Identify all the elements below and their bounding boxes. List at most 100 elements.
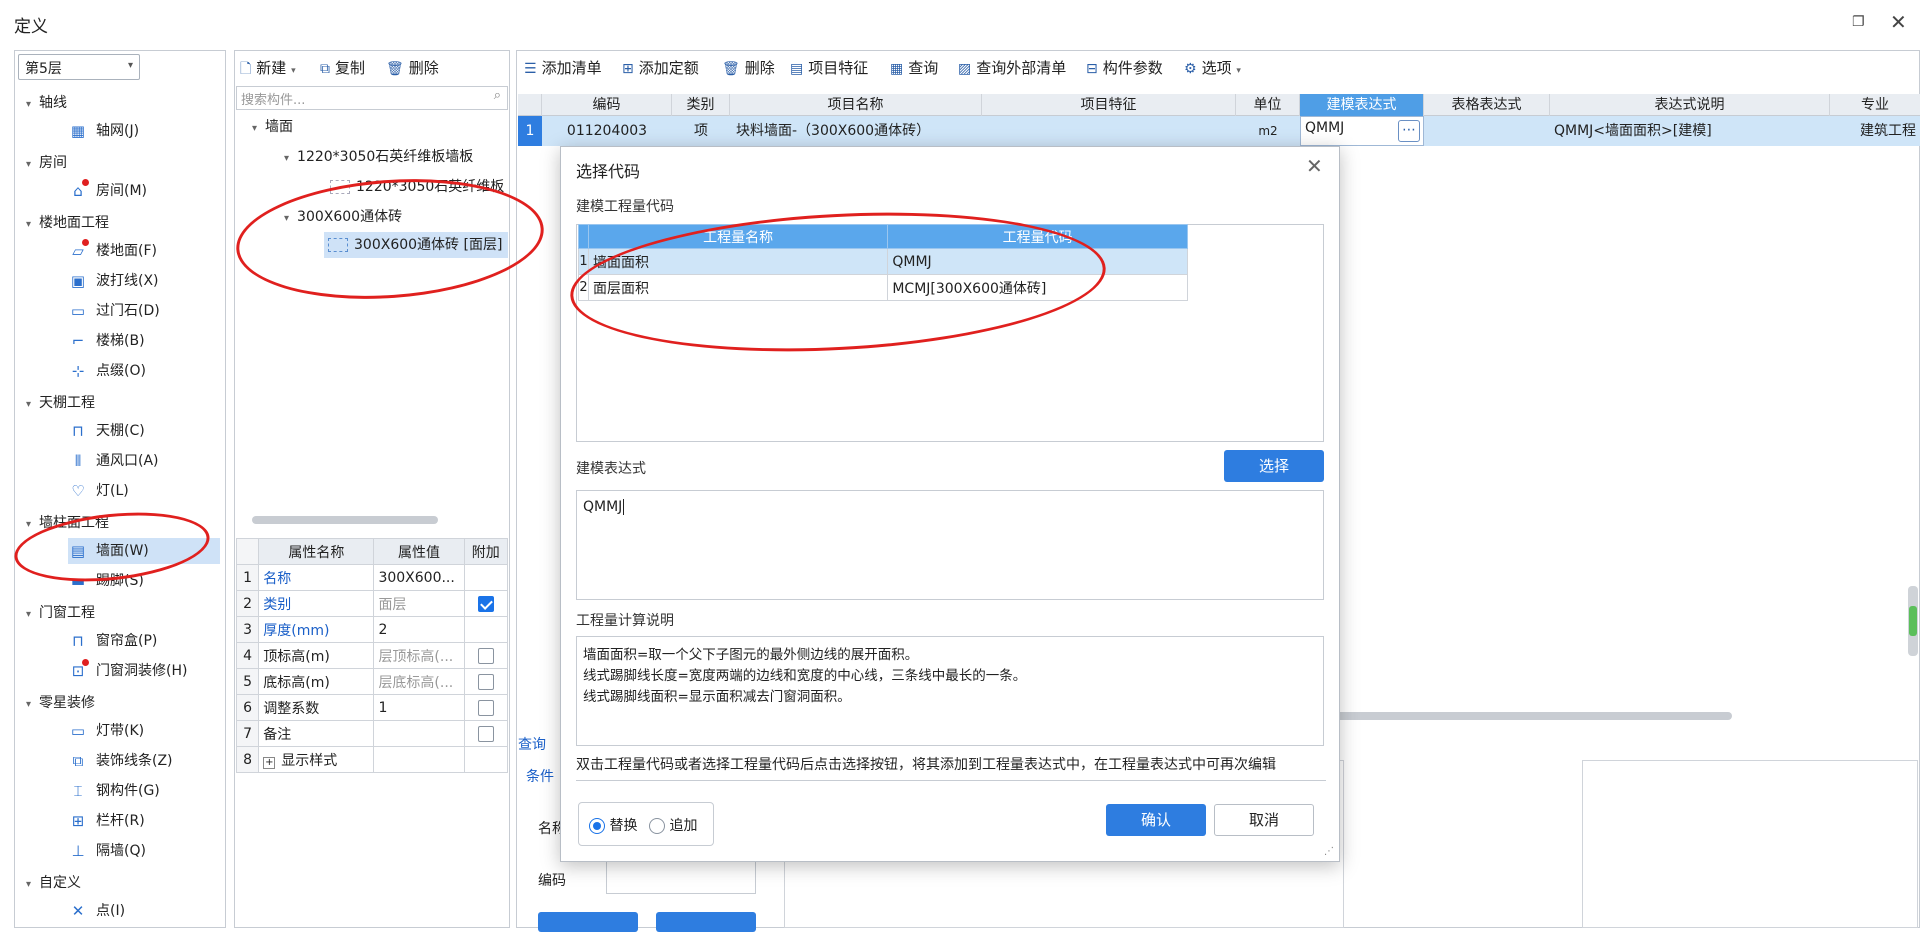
cell-major[interactable]: 建筑工程 xyxy=(1830,116,1916,146)
tree-node-group1-child[interactable]: 1220*3050石英纤维板 xyxy=(330,174,508,200)
table-row[interactable]: 011204003 项 块料墙面-（300X600通体砖） m2 QMMJ<墙面… xyxy=(518,116,1920,146)
tree-node-group1[interactable]: ▾ 1220*3050石英纤维板墙板 xyxy=(284,144,473,170)
collapse-icon[interactable]: ▾ xyxy=(284,213,289,224)
cell-type[interactable]: 项 xyxy=(672,116,730,146)
options-button[interactable]: ⚙ 选项 ▾ xyxy=(1184,56,1241,80)
query-external-bill-button[interactable]: ▨ 查询外部清单 xyxy=(958,56,1066,80)
new-button[interactable]: 🗋 新建 ▾ xyxy=(240,56,296,80)
table-row[interactable]: 2 类别 面层 xyxy=(235,590,509,617)
radio-append[interactable]: 追加 xyxy=(649,815,697,835)
sidebar-item-floor[interactable]: ▱ 楼地面(F) xyxy=(68,238,220,264)
table-row[interactable]: 1 墙面面积 QMMJ xyxy=(578,248,1188,275)
sidebar-item-ceiling[interactable]: ⊓ 天棚(C) xyxy=(68,418,220,444)
collapse-icon[interactable]: ▾ xyxy=(26,99,31,110)
floor-select[interactable]: 第5层 ▾ xyxy=(18,54,140,80)
tree-section[interactable]: ▾ 墙柱面工程 xyxy=(26,512,109,532)
component-params-button[interactable]: ⊟ 构件参数 xyxy=(1086,56,1163,80)
clear-condition-button[interactable] xyxy=(656,912,756,932)
tree-section[interactable]: ▾ 自定义 xyxy=(26,872,81,892)
row-number-selected[interactable]: 1 xyxy=(518,116,542,146)
collapse-icon[interactable]: ▾ xyxy=(252,123,257,134)
extra-checkbox[interactable] xyxy=(477,647,494,664)
prop-value[interactable]: 1 xyxy=(373,694,465,721)
prop-value[interactable]: 面层 xyxy=(373,590,465,617)
vertical-scrollbar[interactable] xyxy=(1908,586,1918,656)
collapse-icon[interactable]: ▾ xyxy=(26,609,31,620)
search-icon[interactable]: ⌕ xyxy=(494,88,501,103)
extra-checkbox[interactable] xyxy=(477,725,494,742)
expand-icon[interactable]: + xyxy=(263,756,276,769)
col-major[interactable]: 专业 xyxy=(1830,94,1920,116)
prop-value[interactable]: 层底标高(... xyxy=(373,668,465,695)
table-row[interactable]: 3 厚度(mm) 2 xyxy=(235,616,509,643)
expression-textarea[interactable]: QMMJ xyxy=(576,490,1324,600)
close-icon[interactable]: ✕ xyxy=(1306,154,1323,178)
collapse-icon[interactable]: ▾ xyxy=(26,519,31,530)
restore-icon[interactable]: ❐ xyxy=(1852,14,1868,30)
cell-name[interactable]: 块料墙面-（300X600通体砖） xyxy=(736,116,982,146)
tree-node-wall[interactable]: ▾ 墙面 xyxy=(252,114,293,140)
tree-section[interactable]: ▾ 门窗工程 xyxy=(26,602,95,622)
qty-name[interactable]: 墙面面积 xyxy=(587,248,889,275)
tree-section[interactable]: ▾ 轴线 xyxy=(26,92,67,112)
sidebar-item-border-line[interactable]: ▣ 波打线(X) xyxy=(68,268,220,294)
extra-checkbox[interactable] xyxy=(477,595,494,612)
prop-value[interactable]: 层顶标高(... xyxy=(373,642,465,669)
collapse-icon[interactable]: ▾ xyxy=(26,879,31,890)
table-row[interactable]: 6 调整系数 1 xyxy=(235,694,509,721)
delete-button[interactable]: 🗑 删除 xyxy=(386,56,439,80)
radio-replace[interactable]: 替换 xyxy=(589,815,637,835)
collapse-icon[interactable]: ▾ xyxy=(26,699,31,710)
close-window-icon[interactable]: ✕ xyxy=(1890,10,1907,34)
qty-name[interactable]: 面层面积 xyxy=(587,274,889,301)
sidebar-item-opening[interactable]: ⊡ 门窗洞装修(H) xyxy=(68,658,220,684)
table-row[interactable]: 5 底标高(m) 层底标高(... xyxy=(235,668,509,695)
copy-button[interactable]: ⧉ 复制 xyxy=(320,56,365,80)
tree-node-group2-child-selected[interactable]: 300X600通体砖 [面层] xyxy=(324,232,508,258)
cancel-button[interactable]: 取消 xyxy=(1214,804,1314,836)
scrollbar-thumb[interactable] xyxy=(1909,606,1917,636)
radio-replace-indicator[interactable] xyxy=(589,818,605,834)
sidebar-item-skirting[interactable]: ▬ 踢脚(S) xyxy=(68,568,220,594)
sidebar-item-door-stone[interactable]: ▭ 过门石(D) xyxy=(68,298,220,324)
item-feature-button[interactable]: ▤ 项目特征 xyxy=(790,56,868,80)
tab-condition[interactable]: 条件 xyxy=(526,766,554,786)
select-button[interactable]: 选择 xyxy=(1224,450,1324,482)
horizontal-scrollbar[interactable] xyxy=(252,516,438,524)
tree-section[interactable]: ▾ 房间 xyxy=(26,152,67,172)
sidebar-item-lamp[interactable]: ♡ 灯(L) xyxy=(68,478,220,504)
confirm-button[interactable]: 确认 xyxy=(1106,804,1206,836)
sidebar-item-ornament[interactable]: ⊹ 点缀(O) xyxy=(68,358,220,384)
sidebar-item-molding[interactable]: ⧉ 装饰线条(Z) xyxy=(68,748,220,774)
tree-node-group2[interactable]: ▾ 300X600通体砖 xyxy=(284,204,402,230)
radio-append-indicator[interactable] xyxy=(649,818,665,834)
sidebar-item-point[interactable]: ✕ 点(I) xyxy=(68,898,220,924)
ellipsis-button[interactable]: ⋯ xyxy=(1398,120,1420,142)
col-unit[interactable]: 单位 xyxy=(1236,94,1300,116)
add-bill-button[interactable]: ☰ 添加清单 xyxy=(524,56,602,80)
query-submit-button[interactable] xyxy=(538,912,638,932)
sidebar-item-curtain-box[interactable]: ⊓ 窗帘盒(P) xyxy=(68,628,220,654)
col-name[interactable]: 项目名称 xyxy=(730,94,982,116)
prop-value[interactable] xyxy=(373,720,465,747)
tree-section[interactable]: ▾ 楼地面工程 xyxy=(26,212,109,232)
collapse-icon[interactable]: ▾ xyxy=(284,153,289,164)
collapse-icon[interactable]: ▾ xyxy=(26,399,31,410)
sidebar-item-grid[interactable]: ▦ 轴网(J) xyxy=(68,118,220,144)
table-row[interactable]: 4 顶标高(m) 层顶标高(... xyxy=(235,642,509,669)
query-button[interactable]: ▦ 查询 xyxy=(890,56,938,80)
component-search-input[interactable]: 搜索构件... ⌕ xyxy=(236,86,508,110)
cell-unit[interactable]: m2 xyxy=(1236,116,1300,146)
table-row[interactable]: 7 备注 xyxy=(235,720,509,747)
sidebar-item-room[interactable]: ⌂ 房间(M) xyxy=(68,178,220,204)
qty-code[interactable]: MCMJ[300X600通体砖] xyxy=(887,274,1188,301)
col-type[interactable]: 类别 xyxy=(672,94,730,116)
sidebar-item-wall[interactable]: ▤ 墙面(W) xyxy=(68,538,220,564)
cell-table-expr[interactable] xyxy=(1424,116,1550,146)
extra-checkbox[interactable] xyxy=(477,673,494,690)
horizontal-scrollbar[interactable] xyxy=(1300,712,1732,720)
table-row[interactable]: 1 名称 300X600... xyxy=(235,564,509,591)
sidebar-item-railing[interactable]: ⊞ 栏杆(R) xyxy=(68,808,220,834)
tree-section[interactable]: ▾ 零星装修 xyxy=(26,692,95,712)
sidebar-item-steel[interactable]: ⌶ 钢构件(G) xyxy=(68,778,220,804)
